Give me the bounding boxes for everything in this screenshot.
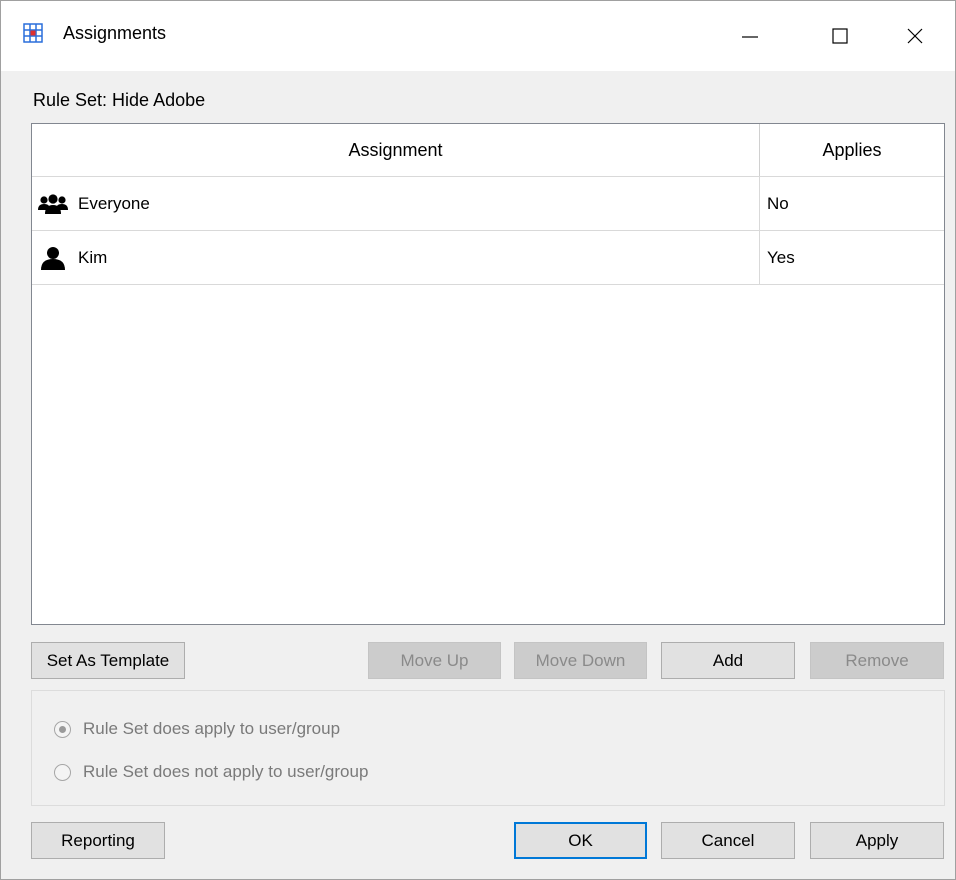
maximize-icon: [832, 28, 848, 44]
radio-option-not-applies[interactable]: Rule Set does not apply to user/group: [54, 762, 368, 782]
minimize-button[interactable]: [706, 1, 794, 71]
radio-label-not-applies: Rule Set does not apply to user/group: [83, 762, 369, 781]
radio-label-applies: Rule Set does apply to user/group: [83, 719, 341, 738]
cancel-button[interactable]: Cancel: [661, 822, 795, 859]
apply-options-group: Rule Set does apply to user/group Rule S…: [31, 690, 945, 806]
move-down-button[interactable]: Move Down: [514, 642, 647, 679]
rule-set-label: Rule Set: Hide Adobe: [33, 90, 206, 110]
table-row[interactable]: Kim Yes: [32, 230, 944, 285]
title-bar: Assignments: [1, 1, 955, 71]
reporting-button[interactable]: Reporting: [31, 822, 165, 859]
applies-cell: No: [767, 193, 789, 213]
radio-option-applies[interactable]: Rule Set does apply to user/group: [54, 719, 340, 739]
add-button[interactable]: Add: [661, 642, 795, 679]
assignments-dialog: Assignments Rule Set: Hide Adobe Assignm…: [0, 0, 956, 880]
table-row[interactable]: Everyone No: [32, 176, 944, 231]
group-icon: [38, 192, 68, 216]
column-header-applies[interactable]: Applies: [760, 124, 944, 176]
move-up-button[interactable]: Move Up: [368, 642, 501, 679]
set-as-template-button[interactable]: Set As Template: [31, 642, 185, 679]
remove-button[interactable]: Remove: [810, 642, 944, 679]
apply-button[interactable]: Apply: [810, 822, 944, 859]
assignments-table: Assignment Applies Everyone No Kim Yes: [31, 123, 945, 625]
radio-button-selected[interactable]: [54, 720, 71, 738]
close-icon: [907, 28, 923, 44]
minimize-icon: [742, 36, 758, 38]
assignment-cell: Kim: [32, 231, 760, 284]
window-title: Assignments: [63, 23, 167, 43]
ok-button[interactable]: OK: [514, 822, 647, 859]
column-header-assignment[interactable]: Assignment: [32, 124, 760, 176]
grid-app-icon: [23, 23, 43, 43]
user-icon: [38, 246, 68, 270]
radio-button-unselected[interactable]: [54, 763, 71, 781]
close-button[interactable]: [871, 1, 956, 71]
assignment-name: Everyone: [78, 193, 150, 213]
assignment-name: Kim: [78, 247, 108, 267]
assignment-cell: Everyone: [32, 177, 760, 230]
applies-cell: Yes: [767, 247, 795, 267]
